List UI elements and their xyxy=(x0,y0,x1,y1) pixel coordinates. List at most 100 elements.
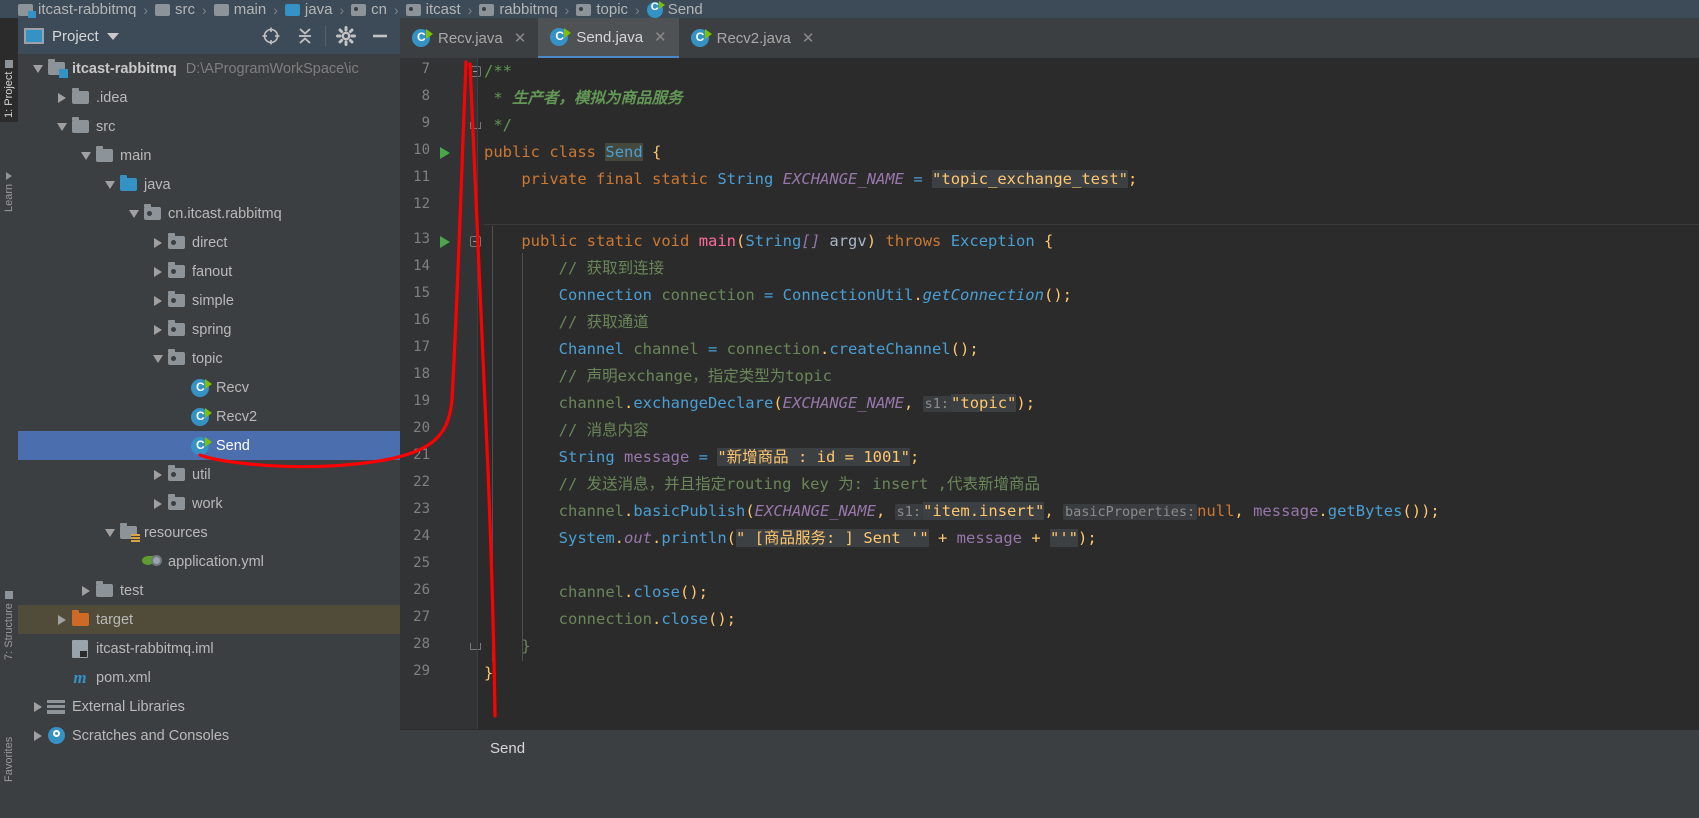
expand-arrow-icon[interactable] xyxy=(78,576,94,605)
module-icon xyxy=(18,3,36,18)
locate-file-button[interactable] xyxy=(257,23,285,49)
tool-tab-learn[interactable]: Learn xyxy=(0,134,18,216)
editor-tab-recv[interactable]: C Recv.java ✕ xyxy=(400,18,538,58)
code-token: main xyxy=(698,232,737,250)
tree-node-resources[interactable]: resources xyxy=(18,518,400,547)
expand-arrow-icon[interactable] xyxy=(150,257,166,286)
tree-node-spring[interactable]: spring xyxy=(18,315,400,344)
run-gutter-icon[interactable] xyxy=(440,147,450,159)
tree-node-pom-xml[interactable]: m pom.xml xyxy=(18,663,400,692)
editor-tab-recv2[interactable]: C Recv2.java ✕ xyxy=(679,18,827,58)
breadcrumb-item-module[interactable]: itcast-rabbitmq xyxy=(18,1,136,18)
breadcrumb-item-java[interactable]: java xyxy=(284,1,332,18)
tree-node-cn-itcast-rabbitmq[interactable]: cn.itcast.rabbitmq xyxy=(18,199,400,228)
expand-arrow-icon[interactable] xyxy=(30,692,46,721)
breadcrumb[interactable]: itcast-rabbitmq › src › main › java › cn… xyxy=(0,0,1699,18)
tree-node-itcast-rabbitmq[interactable]: itcast-rabbitmq D:\AProgramWorkSpace\ic xyxy=(18,54,400,83)
project-icon xyxy=(5,59,13,68)
tree-node-src[interactable]: src xyxy=(18,112,400,141)
close-icon[interactable]: ✕ xyxy=(654,28,667,46)
collapse-all-button[interactable] xyxy=(291,23,319,49)
tree-node-itcast-rabbitmq-iml[interactable]: itcast-rabbitmq.iml xyxy=(18,634,400,663)
fold-marker-icon[interactable] xyxy=(470,236,481,247)
breadcrumb-item-rabbitmq[interactable]: rabbitmq xyxy=(479,1,558,18)
tree-node-topic[interactable]: topic xyxy=(18,344,400,373)
collapse-arrow-icon[interactable] xyxy=(54,112,70,141)
project-view-selector[interactable]: Project xyxy=(24,28,119,45)
code-token: createChannel xyxy=(829,340,951,358)
module-icon xyxy=(47,59,68,78)
tree-node-java[interactable]: java xyxy=(18,170,400,199)
editor-tab-send[interactable]: C Send.java ✕ xyxy=(538,18,679,58)
code-token: static xyxy=(652,170,709,188)
scratches-icon xyxy=(47,727,65,744)
editor-area: C Recv.java ✕ C Send.java ✕ C Recv2.java… xyxy=(400,18,1699,818)
tree-node-scratches-and-consoles[interactable]: Scratches and Consoles xyxy=(18,721,400,750)
package-icon xyxy=(479,3,495,16)
tool-tab-structure[interactable]: 7: Structure xyxy=(0,538,18,664)
code-content[interactable]: /** * 生产者，模拟为商品服务 */ public class Send {… xyxy=(484,58,1699,748)
package-icon xyxy=(351,3,367,16)
breadcrumb-item-topic[interactable]: topic xyxy=(576,1,628,18)
breadcrumb-item-main[interactable]: main xyxy=(213,1,266,18)
line-number: 27 xyxy=(413,609,430,625)
tree-node-work[interactable]: work xyxy=(18,489,400,518)
collapse-arrow-icon[interactable] xyxy=(150,344,166,373)
hide-panel-button[interactable] xyxy=(366,23,394,49)
collapse-arrow-icon[interactable] xyxy=(30,54,46,83)
expand-arrow-icon[interactable] xyxy=(30,721,46,750)
close-icon[interactable]: ✕ xyxy=(802,29,815,47)
settings-button[interactable] xyxy=(332,23,360,49)
close-icon[interactable]: ✕ xyxy=(514,29,527,47)
line-number-gutter[interactable]: 7 8 9 10 11 12 13 14 15 16 17 18 19 20 21 22 23 24 25 26 27 2… xyxy=(400,58,481,748)
expand-arrow-icon[interactable] xyxy=(150,228,166,257)
tree-node-test[interactable]: test xyxy=(18,576,400,605)
breadcrumb-item-send[interactable]: Send xyxy=(646,0,703,18)
collapse-arrow-icon[interactable] xyxy=(102,170,118,199)
package-icon xyxy=(167,465,185,481)
fold-marker-icon[interactable] xyxy=(470,122,481,129)
package-icon xyxy=(167,262,185,278)
collapse-arrow-icon[interactable] xyxy=(78,141,94,170)
tool-tab-favorites[interactable]: Favorites xyxy=(0,678,18,786)
project-tree[interactable]: itcast-rabbitmq D:\AProgramWorkSpace\ic .i… xyxy=(18,54,400,818)
expand-arrow-icon[interactable] xyxy=(150,315,166,344)
breadcrumb-item-cn[interactable]: cn xyxy=(351,1,387,18)
expand-arrow-icon[interactable] xyxy=(150,286,166,315)
tool-tab-project[interactable]: 1: Project xyxy=(0,18,18,122)
breadcrumb-item-src[interactable]: src xyxy=(155,1,195,18)
code-token: "topic_exchange_test" xyxy=(932,170,1128,188)
code-token: getBytes xyxy=(1327,502,1403,520)
tree-node-simple[interactable]: simple xyxy=(18,286,400,315)
run-gutter-icon[interactable] xyxy=(440,236,450,248)
expand-arrow-icon[interactable] xyxy=(54,83,70,112)
tree-node-icon xyxy=(46,721,66,750)
line-number: 23 xyxy=(413,501,430,517)
tree-node-send[interactable]: C Send xyxy=(18,431,400,460)
chevron-down-icon[interactable] xyxy=(106,32,119,40)
collapse-arrow-icon[interactable] xyxy=(126,199,142,228)
project-panel: Project itcast-rabbitmq D:\AProgramWorkS… xyxy=(18,18,400,818)
fold-marker-icon[interactable] xyxy=(470,66,481,77)
expand-arrow-icon[interactable] xyxy=(150,489,166,518)
collapse-arrow-icon[interactable] xyxy=(102,518,118,547)
tree-node-main[interactable]: main xyxy=(18,141,400,170)
tree-node-util[interactable]: util xyxy=(18,460,400,489)
code-token: */ xyxy=(484,116,512,134)
tree-node-direct[interactable]: direct xyxy=(18,228,400,257)
breadcrumb-item-itcast[interactable]: itcast xyxy=(405,1,461,18)
tree-node-external-libraries[interactable]: External Libraries xyxy=(18,692,400,721)
tree-node-target[interactable]: target xyxy=(18,605,400,634)
expand-arrow-icon[interactable] xyxy=(150,460,166,489)
toolbar-divider xyxy=(325,26,326,46)
expand-arrow-icon[interactable] xyxy=(54,605,70,634)
tree-node-fanout[interactable]: fanout xyxy=(18,257,400,286)
tree-node-idea[interactable]: .idea xyxy=(18,83,400,112)
code-editor[interactable]: 7 8 9 10 11 12 13 14 15 16 17 18 19 20 21 22 23 24 25 26 27 2… xyxy=(400,58,1699,748)
tree-node-recv[interactable]: C Recv xyxy=(18,373,400,402)
code-token: close xyxy=(661,610,708,628)
java-class-icon xyxy=(646,0,665,18)
tree-node-application-yml[interactable]: application.yml xyxy=(18,547,400,576)
fold-marker-icon[interactable] xyxy=(470,643,481,650)
tree-node-recv2[interactable]: C Recv2 xyxy=(18,402,400,431)
